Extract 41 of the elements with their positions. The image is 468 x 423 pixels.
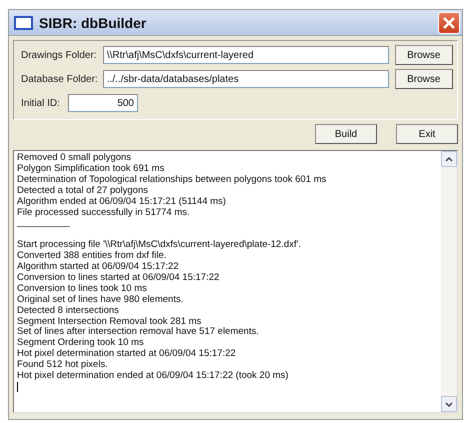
field-label: Initial ID: — [21, 98, 61, 108]
window-title: SIBR: dbBuilder — [39, 14, 148, 30]
log-line: Algorithm ended at 06/09/04 15:17:21 (51144 ms) — [17, 196, 227, 208]
exit-button[interactable]: Exit — [396, 124, 458, 144]
scroll-up-button[interactable] — [441, 151, 457, 167]
text-cursor — [17, 382, 18, 392]
log-line: Polygon Simplification took 691 ms — [17, 164, 166, 175]
log-line: Conversion to lines took 10 ms — [17, 284, 148, 295]
log-line: Converted 388 entities from dxf file. — [17, 251, 168, 262]
build-button[interactable]: Build — [315, 124, 377, 144]
log-line: Found 512 hot pixels. — [17, 360, 109, 371]
log-line: Hot pixel determination started at 06/09/04 15:17:22 — [17, 349, 237, 360]
log-line: Detected 8 intersections — [17, 306, 120, 317]
folder-input[interactable]: ../../sbr-data/databases/plates — [102, 70, 388, 88]
log-line: Hot pixel determination ended at 06/09/04 15:17:22 (took 20 ms) — [17, 371, 290, 382]
log-line: Start processing file '\\Rtr\afj\MsC\dxfs\current-layered\plate-12.dxf'. — [17, 240, 302, 251]
log-line: Algorithm started at 06/09/04 15:17:22 — [17, 262, 180, 273]
field-label: Database Folder: — [21, 74, 99, 84]
log-line: File processed successfully in 51774 ms. — [17, 208, 191, 218]
close-icon — [442, 16, 456, 30]
log-line: Removed 0 small polygons — [17, 153, 132, 164]
log-line: Conversion to lines started at 06/09/04 15:17:22 — [17, 272, 220, 284]
log-line: Determination of Topological relationships between polygons took 601 ms — [17, 174, 328, 186]
browse-button[interactable]: Browse — [394, 69, 453, 89]
initial-id-input[interactable]: 500 — [68, 94, 138, 112]
caret-down-icon — [445, 402, 453, 406]
field-label: Drawings Folder: — [21, 50, 98, 60]
log-line: Segment Intersection Removal took 281 ms — [17, 316, 202, 327]
log-line: __________ — [17, 218, 71, 230]
log-line: Original set of lines have 980 elements. — [17, 294, 184, 306]
browse-button[interactable]: Browse — [394, 45, 453, 65]
caret-up-icon — [445, 156, 453, 162]
log-area[interactable] — [13, 150, 458, 413]
log-line: Set of lines after intersection removal have 517 elements. — [17, 327, 260, 338]
log-line: Segment Ordering took 10 ms — [17, 338, 145, 349]
scroll-down-button[interactable] — [441, 396, 457, 412]
window-icon — [14, 16, 33, 30]
close-button[interactable] — [438, 12, 460, 34]
scrollbar[interactable] — [441, 151, 457, 412]
folder-input[interactable]: \\Rtr\afj\MsC\dxfs\current-layered — [102, 46, 388, 64]
log-line: Detected a total of 27 polygons — [17, 186, 149, 197]
